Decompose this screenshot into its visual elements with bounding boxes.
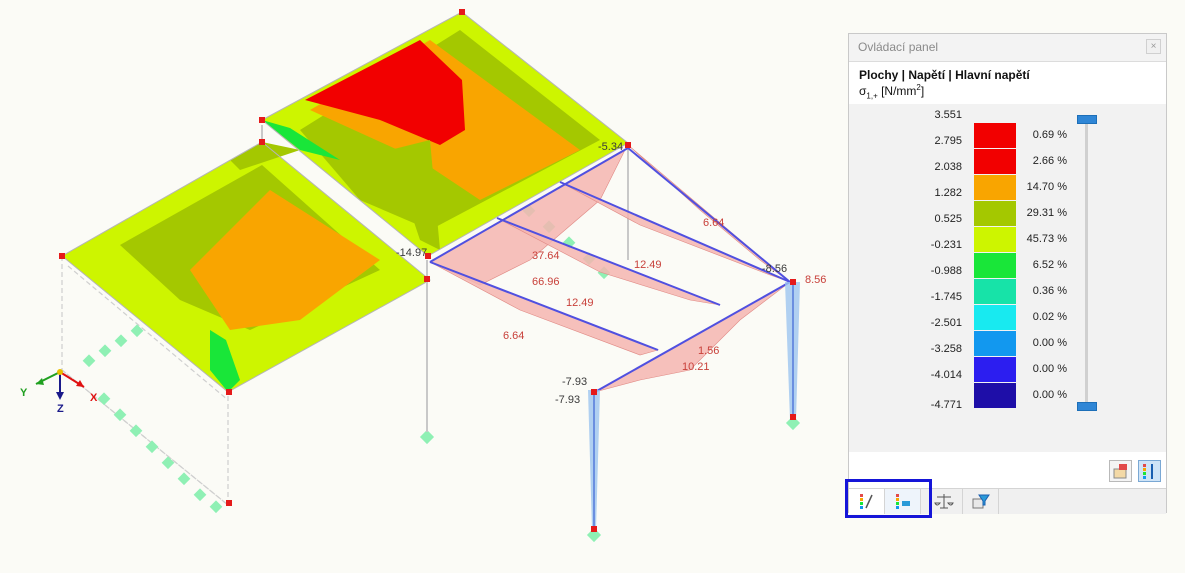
- legend-color-swatch: [974, 175, 1016, 200]
- axis-y-label: Y: [20, 387, 28, 399]
- label-value: 66.96: [532, 276, 560, 288]
- legend-layout-button[interactable]: [1138, 460, 1161, 482]
- legend-color-swatch: [974, 123, 1016, 148]
- legend-percentage: 0.36 %: [1032, 285, 1067, 297]
- label-value: 1.56: [698, 345, 719, 357]
- axis-triad: X Y Z: [20, 369, 98, 415]
- unit-open: [N/mm: [881, 84, 917, 98]
- control-panel: Ovládací panel × Plochy | Napětí | Hlavn…: [848, 33, 1167, 514]
- label-value: 12.49: [566, 297, 594, 309]
- legend-value: 1.282: [934, 187, 962, 199]
- legend-slider-bottom-handle[interactable]: [1077, 402, 1097, 411]
- label-value: -7.93: [562, 376, 587, 388]
- balance-scale-icon: [934, 494, 954, 509]
- result-type-heading: Plochy | Napětí | Hlavní napětí: [859, 68, 1030, 82]
- label-value: -7.93: [555, 394, 580, 406]
- legend-percentage: 45.73 %: [1026, 233, 1067, 245]
- label-value: 10.21: [682, 361, 710, 373]
- legend-value: -2.501: [930, 317, 962, 329]
- legend-percentage: 2.66 %: [1032, 155, 1067, 167]
- label-value: 6.64: [503, 330, 524, 342]
- label-value: 8.56: [805, 274, 826, 286]
- legend-layout-icon: [1143, 464, 1153, 479]
- legend-percentage: 29.31 %: [1026, 207, 1067, 219]
- legend-value: -0.231: [930, 239, 962, 251]
- legend-value: -1.745: [930, 291, 962, 303]
- legend-color-swatch: [974, 357, 1016, 382]
- legend-percentage: 0.00 %: [1032, 389, 1067, 401]
- unit-close: ]: [920, 84, 925, 98]
- close-button[interactable]: ×: [1146, 39, 1161, 54]
- legend-percentage: 0.00 %: [1032, 337, 1067, 349]
- legend-slider-track[interactable]: [1085, 116, 1088, 406]
- panel-title-bar[interactable]: Ovládací panel ×: [849, 34, 1166, 62]
- legend-color-swatch: [974, 253, 1016, 278]
- label-value: 12.49: [634, 259, 662, 271]
- legend-percentage: 6.52 %: [1032, 259, 1067, 271]
- legend-value: -3.258: [930, 343, 962, 355]
- legend-percentage: 0.02 %: [1032, 311, 1067, 323]
- tab-balance[interactable]: [927, 489, 963, 514]
- legend-settings-icon: [1113, 464, 1127, 479]
- legend-color-swatch: [974, 149, 1016, 174]
- legend-percentage: 14.70 %: [1026, 181, 1067, 193]
- legend-value: 2.038: [934, 161, 962, 173]
- legend-value: -4.771: [930, 399, 962, 411]
- legend-color-swatch: [974, 201, 1016, 226]
- legend-color-swatch: [974, 305, 1016, 330]
- axis-x-label: X: [90, 392, 98, 404]
- legend-color-swatch: [974, 279, 1016, 304]
- legend-percentage: 0.69 %: [1032, 129, 1067, 141]
- model-canvas[interactable]: -5.34 -14.97 6.64 12.49 37.64 66.96 12.4…: [0, 0, 840, 573]
- axis-z-label: Z: [57, 403, 64, 415]
- panel-title: Ovládací panel: [858, 40, 939, 54]
- legend-color-swatch: [974, 331, 1016, 356]
- quantity-subscript: 1,+: [866, 91, 878, 101]
- legend-value: 0.525: [934, 213, 962, 225]
- label-value: -14.97: [396, 247, 427, 259]
- filter-icon: [972, 494, 990, 509]
- label-value: 6.64: [703, 217, 724, 229]
- legend-value: 2.795: [934, 135, 962, 147]
- steel-columns: [588, 282, 800, 530]
- legend-settings-button[interactable]: [1109, 460, 1132, 482]
- legend-color-swatch: [974, 383, 1016, 408]
- model-viewport[interactable]: -5.34 -14.97 6.64 12.49 37.64 66.96 12.4…: [0, 0, 840, 573]
- label-value: -5.34: [598, 141, 623, 153]
- legend-value: 3.551: [934, 109, 962, 121]
- result-quantity: σ1,+ [N/mm2]: [859, 83, 924, 100]
- legend-value: -0.988: [930, 265, 962, 277]
- legend-slider-top-handle[interactable]: [1077, 115, 1097, 124]
- color-legend: 3.551 0.69 % 2.795 2.66 % 2.038 14.70 % 1.282 2…: [849, 104, 1166, 452]
- legend-value: -4.014: [930, 369, 962, 381]
- legend-color-swatch: [974, 227, 1016, 252]
- legend-percentage: 0.00 %: [1032, 363, 1067, 375]
- label-value: 37.64: [532, 250, 560, 262]
- label-value: -8.56: [762, 263, 787, 275]
- tab-filter[interactable]: [963, 489, 999, 514]
- tab-highlight-frame: [845, 479, 932, 518]
